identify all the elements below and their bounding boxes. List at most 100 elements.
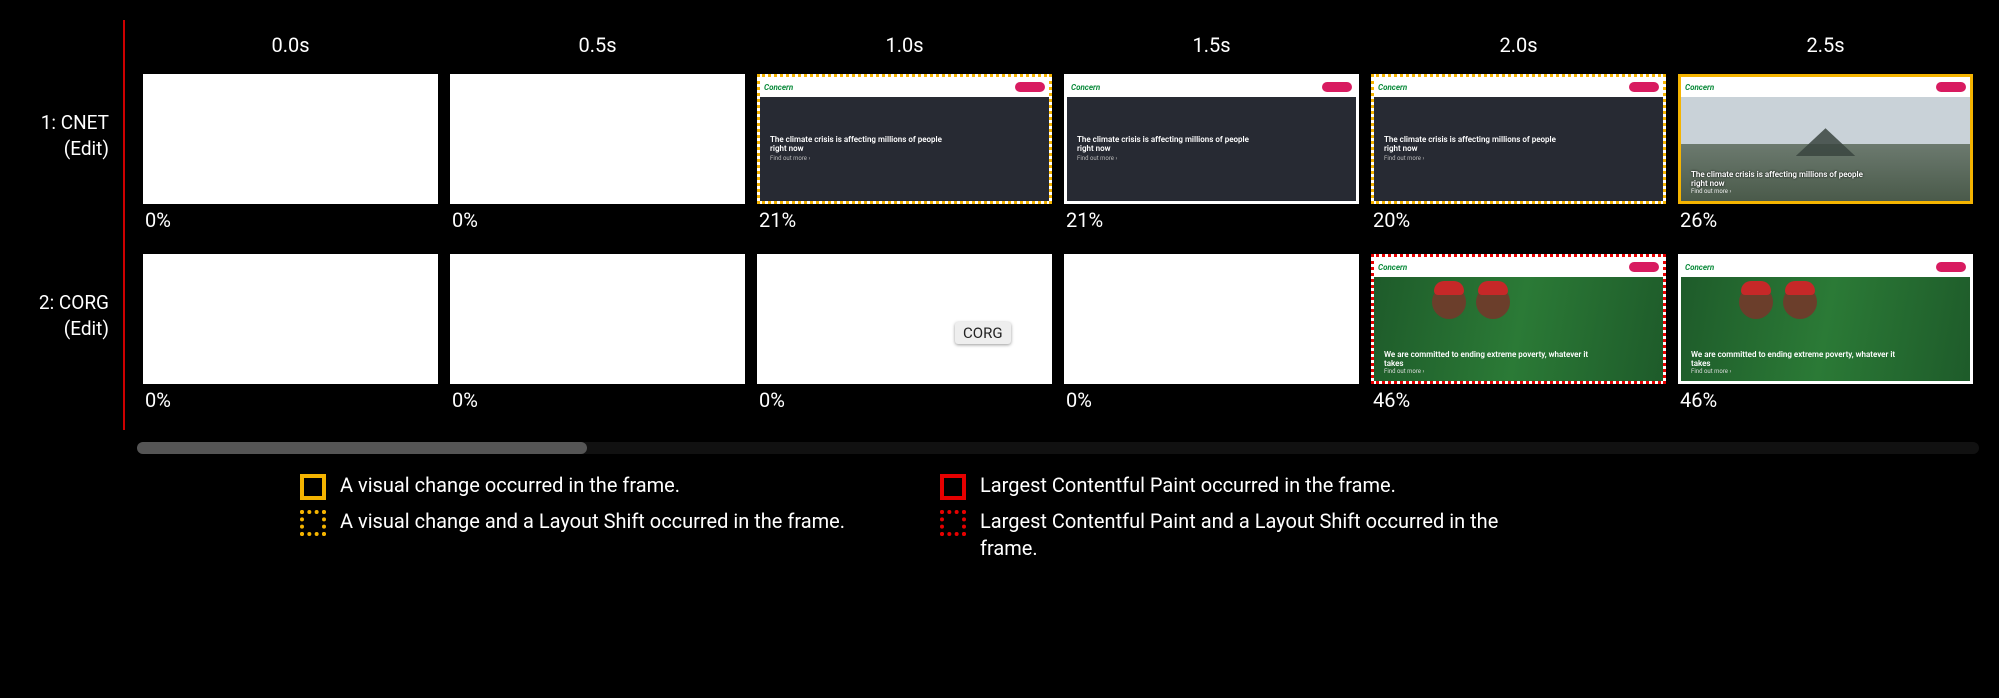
mini-donate-btn [1629,82,1659,92]
mini-hero-sub: Find out more › [770,155,1039,162]
legend-text: Largest Contentful Paint occurred in the… [980,472,1396,499]
mini-hero-sub: Find out more › [1077,155,1346,162]
filmstrip-scroll-area[interactable]: 0.0s 0.5s 1.0s 1.5s 2.0s 2.5s 0% 0% Conc… [125,20,1999,430]
people-shapes [1432,285,1510,319]
mini-header: Concern [1374,257,1663,277]
frame-cell[interactable]: Concern We are committed to ending extre… [1672,254,1979,412]
mini-header: Concern [1374,77,1663,97]
frame-cell[interactable]: 0% [444,74,751,232]
visual-complete-pct: 0% [143,208,438,232]
mini-donate-btn [1936,82,1966,92]
frame-thumb[interactable]: Concern The climate crisis is affecting … [1064,74,1359,204]
frame-thumb[interactable] [450,254,745,384]
legend-column: Largest Contentful Paint occurred in the… [940,472,1500,570]
legend-text: A visual change occurred in the frame. [340,472,680,499]
mini-hero: The climate crisis is affecting millions… [1681,97,1970,201]
frame-thumb[interactable] [1064,254,1359,384]
mini-hero: The climate crisis is affecting millions… [1067,97,1356,201]
visual-complete-pct: 0% [1064,388,1359,412]
frame-thumb[interactable]: Concern We are committed to ending extre… [1678,254,1973,384]
time-header: 2.0s [1365,33,1672,57]
mini-logo: Concern [1378,263,1407,272]
mini-header: Concern [1681,257,1970,277]
mini-hero-h1: The climate crisis is affecting millions… [1691,170,1879,188]
legend: A visual change occurred in the frame. A… [300,472,1999,570]
mini-hero: We are committed to ending extreme pover… [1374,277,1663,381]
frame-cell[interactable]: Concern The climate crisis is affecting … [751,74,1058,232]
legend-text: A visual change and a Layout Shift occur… [340,508,845,535]
mini-hero-sub: Find out more › [1384,155,1653,162]
mini-hero-h1: The climate crisis is affecting millions… [770,136,958,154]
swatch-yellow-dotted-icon [300,510,326,536]
mini-donate-btn [1015,82,1045,92]
legend-item-visual-change-cls: A visual change and a Layout Shift occur… [300,508,860,536]
row-label-corg[interactable]: 2: CORG (Edit) [0,250,123,430]
mini-hero-sub: Find out more › [1384,368,1653,375]
time-header: 0.5s [444,33,751,57]
row-labels-column: 1: CNET (Edit) 2: CORG (Edit) [0,20,125,430]
visual-complete-pct: 0% [450,388,745,412]
frame-cell[interactable]: Concern The climate crisis is affecting … [1365,74,1672,232]
frame-thumb[interactable] [450,74,745,204]
mini-page: Concern The climate crisis is affecting … [1374,77,1663,201]
frame-thumb[interactable]: Concern The climate crisis is affecting … [757,74,1052,204]
mini-page: Concern We are committed to ending extre… [1374,257,1663,381]
mini-hero-sub: Find out more › [1691,188,1960,195]
filmstrip-row-cnet: 0% 0% Concern The climate crisis is affe… [137,70,1999,250]
mini-hero-sub: Find out more › [1691,368,1960,375]
mini-page: Concern The climate crisis is affecting … [1681,77,1970,201]
filmstrip-container: 1: CNET (Edit) 2: CORG (Edit) 0.0s 0.5s … [0,0,1999,430]
frame-cell[interactable]: Concern The climate crisis is affecting … [1058,74,1365,232]
mini-logo: Concern [1685,263,1714,272]
frame-cell[interactable]: 0% [1058,254,1365,412]
legend-item-lcp-cls: Largest Contentful Paint and a Layout Sh… [940,508,1500,562]
mini-hero: We are committed to ending extreme pover… [1681,277,1970,381]
mini-logo: Concern [1685,83,1714,92]
frame-cell[interactable]: 0% [751,254,1058,412]
visual-complete-pct: 0% [450,208,745,232]
frame-cell[interactable]: Concern The climate crisis is affecting … [1672,74,1979,232]
horizontal-scrollbar[interactable] [137,442,1979,454]
frame-cell[interactable]: 0% [137,74,444,232]
frame-thumb[interactable] [143,74,438,204]
frame-thumb[interactable]: Concern The climate crisis is affecting … [1371,74,1666,204]
mini-logo: Concern [1378,83,1407,92]
mini-page: Concern The climate crisis is affecting … [760,77,1049,201]
mini-page: Concern The climate crisis is affecting … [1067,77,1356,201]
frame-cell[interactable]: 0% [137,254,444,412]
legend-item-lcp: Largest Contentful Paint occurred in the… [940,472,1500,500]
row-label-edit[interactable]: (Edit) [64,136,109,162]
visual-complete-pct: 0% [757,388,1052,412]
filmstrip-row-corg: 0% 0% 0% 0% Concern We are committed to … [137,250,1999,430]
frame-cell[interactable]: 0% [444,254,751,412]
time-header: 0.0s [137,33,444,57]
row-label-line1: 2: CORG [39,290,109,316]
mini-hero-h1: We are committed to ending extreme pover… [1691,350,1906,368]
time-header: 1.5s [1058,33,1365,57]
mini-hero-h1: The climate crisis is affecting millions… [1077,136,1265,154]
mini-logo: Concern [764,83,793,92]
mini-logo: Concern [1071,83,1100,92]
mountain-shape [1796,128,1856,156]
frame-thumb[interactable]: Concern The climate crisis is affecting … [1678,74,1973,204]
frame-thumb[interactable]: Concern We are committed to ending extre… [1371,254,1666,384]
mini-header: Concern [1067,77,1356,97]
mini-donate-btn [1629,262,1659,272]
row-label-edit[interactable]: (Edit) [64,316,109,342]
visual-complete-pct: 0% [143,388,438,412]
mini-page: Concern We are committed to ending extre… [1681,257,1970,381]
swatch-red-solid-icon [940,474,966,500]
scrollbar-thumb[interactable] [137,442,587,454]
mini-hero: The climate crisis is affecting millions… [760,97,1049,201]
frame-thumb[interactable] [143,254,438,384]
row-label-cnet[interactable]: 1: CNET (Edit) [0,70,123,250]
legend-column: A visual change occurred in the frame. A… [300,472,860,570]
frame-cell[interactable]: Concern We are committed to ending extre… [1365,254,1672,412]
mini-donate-btn [1322,82,1352,92]
legend-item-visual-change: A visual change occurred in the frame. [300,472,860,500]
visual-complete-pct: 46% [1678,388,1973,412]
frame-thumb[interactable] [757,254,1052,384]
mini-hero: The climate crisis is affecting millions… [1374,97,1663,201]
visual-complete-pct: 21% [1064,208,1359,232]
swatch-red-dotted-icon [940,510,966,536]
